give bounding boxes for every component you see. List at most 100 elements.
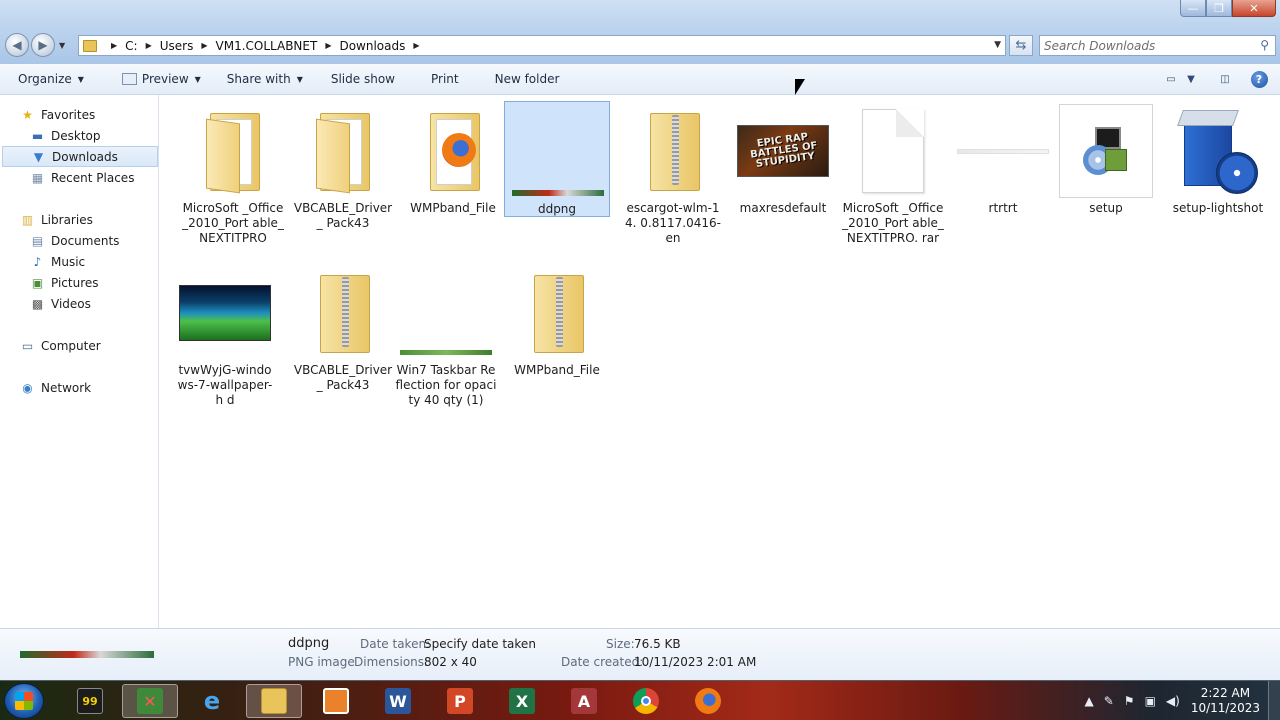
search-icon[interactable]: ⚲ bbox=[1260, 38, 1269, 52]
network-tray-icon[interactable]: ▣ bbox=[1145, 694, 1156, 708]
zip-folder-icon bbox=[644, 111, 702, 191]
dimensions-value: 802 x 40 bbox=[424, 655, 477, 669]
nav-downloads[interactable]: ▼ Downloads bbox=[2, 146, 158, 167]
taskbar-internet-explorer[interactable]: e bbox=[184, 684, 240, 718]
taskbar-chrome[interactable] bbox=[618, 684, 674, 718]
recent-pages-dropdown[interactable]: ▼ bbox=[59, 41, 65, 50]
nav-label: Videos bbox=[51, 296, 91, 311]
file-item[interactable]: Win7 Taskbar Reflection for opacity 40 q… bbox=[393, 263, 499, 408]
date-created-value: 10/11/2023 2:01 AM bbox=[634, 655, 757, 669]
nav-label: Downloads bbox=[52, 149, 118, 164]
share-with-button[interactable]: Share with ▼ bbox=[217, 72, 313, 86]
file-item[interactable]: WMPband_File bbox=[400, 101, 506, 216]
address-history-dropdown[interactable]: ▼ bbox=[994, 40, 1001, 50]
date-created-label: Date created: bbox=[561, 655, 644, 669]
image-thumbnail: EPIC RAP BATTLES OF STUPIDITY bbox=[737, 125, 829, 177]
forward-button[interactable]: ▶ bbox=[31, 33, 55, 57]
nav-label: Music bbox=[51, 254, 86, 269]
taskbar-cmd-app[interactable]: 99 bbox=[62, 684, 118, 718]
folder-icon bbox=[314, 111, 372, 194]
chevron-right-icon[interactable]: ▶ bbox=[201, 41, 207, 50]
refresh-button[interactable]: ⇆ bbox=[1009, 35, 1033, 56]
chevron-right-icon[interactable]: ▶ bbox=[146, 41, 152, 50]
show-hidden-icons[interactable]: ▲ bbox=[1085, 694, 1094, 708]
date-taken-value[interactable]: Specify date taken bbox=[424, 637, 536, 651]
show-desktop-button[interactable] bbox=[1268, 681, 1280, 720]
nav-music[interactable]: ♪ Music bbox=[30, 251, 156, 272]
file-item[interactable]: rtrtrt bbox=[950, 101, 1056, 216]
file-name: rtrtrt bbox=[988, 201, 1018, 215]
breadcrumb-c-drive[interactable]: C: bbox=[125, 39, 137, 53]
media-icon bbox=[323, 688, 349, 714]
chevron-down-icon: ▼ bbox=[77, 74, 84, 84]
png-thumbnail bbox=[512, 190, 604, 196]
file-item[interactable]: setup-lightshot bbox=[1165, 101, 1271, 216]
taskbar-powerpoint[interactable]: P bbox=[432, 684, 488, 718]
taskbar-media-app[interactable] bbox=[308, 684, 364, 718]
preview-button[interactable]: Preview ▼ bbox=[112, 72, 211, 86]
file-item[interactable]: MicroSoft _Office_2010_Port able_NEXTITP… bbox=[840, 101, 946, 246]
slide-show-button[interactable]: Slide show bbox=[321, 72, 405, 86]
nav-desktop[interactable]: ▬ Desktop bbox=[30, 125, 156, 146]
image-thumbnail bbox=[400, 350, 492, 355]
dimensions-label: Dimensions: bbox=[354, 655, 429, 669]
file-item[interactable]: MicroSoft _Office_2010_Port able_NEXTITP… bbox=[180, 101, 286, 246]
nav-favorites[interactable]: ★ Favorites bbox=[20, 104, 156, 125]
close-button[interactable]: ✕ bbox=[1232, 0, 1276, 17]
nav-label: Libraries bbox=[41, 212, 93, 227]
details-file-name: ddpng bbox=[288, 636, 330, 651]
taskbar-firefox[interactable] bbox=[680, 684, 736, 718]
nav-videos[interactable]: ▩ Videos bbox=[30, 293, 156, 314]
new-folder-button[interactable]: New folder bbox=[485, 72, 570, 86]
preview-pane-icon[interactable]: ◫ bbox=[1216, 71, 1234, 87]
volume-icon[interactable]: ◀) bbox=[1166, 694, 1180, 708]
chevron-right-icon[interactable]: ▶ bbox=[111, 41, 117, 50]
breadcrumb-downloads[interactable]: Downloads bbox=[339, 39, 405, 53]
search-input[interactable]: Search Downloads ⚲ bbox=[1039, 35, 1276, 56]
file-item[interactable]: setup bbox=[1053, 101, 1159, 216]
firefox-icon bbox=[695, 688, 721, 714]
computer-icon: ▭ bbox=[21, 338, 34, 353]
nav-documents[interactable]: ▤ Documents bbox=[30, 230, 156, 251]
nav-label: Network bbox=[41, 380, 92, 395]
print-button[interactable]: Print bbox=[421, 72, 469, 86]
file-name: setup-lightshot bbox=[1172, 201, 1264, 215]
start-button[interactable] bbox=[4, 683, 44, 719]
nav-libraries[interactable]: ▥ Libraries bbox=[20, 209, 156, 230]
file-item[interactable]: EPIC RAP BATTLES OF STUPIDITY maxresdefa… bbox=[730, 101, 836, 216]
action-center-icon[interactable]: ⚑ bbox=[1124, 694, 1135, 708]
nav-recent-places[interactable]: ▦ Recent Places bbox=[30, 167, 156, 188]
file-item[interactable]: VBCABLE_Driver_ Pack43 bbox=[290, 101, 396, 231]
clock[interactable]: 2:22 AM 10/11/2023 bbox=[1191, 686, 1260, 716]
file-name: WMPband_File bbox=[514, 363, 600, 377]
taskbar-word[interactable]: W bbox=[370, 684, 426, 718]
file-item[interactable]: tvwWyjG-windo ws-7-wallpaper-h d bbox=[172, 263, 278, 408]
breadcrumb-user-folder[interactable]: VM1.COLLABNET bbox=[216, 39, 318, 53]
nav-computer[interactable]: ▭ Computer bbox=[20, 335, 156, 356]
chevron-right-icon[interactable]: ▶ bbox=[413, 41, 419, 50]
breadcrumb-users[interactable]: Users bbox=[160, 39, 194, 53]
chevron-down-icon[interactable]: ▼ bbox=[1182, 71, 1200, 87]
taskbar-access[interactable]: A bbox=[556, 684, 612, 718]
chevron-right-icon[interactable]: ▶ bbox=[325, 41, 331, 50]
folder-icon bbox=[83, 39, 97, 52]
clock-time: 2:22 AM bbox=[1200, 686, 1251, 700]
file-item[interactable]: VBCABLE_Driver_ Pack43 bbox=[290, 263, 396, 393]
help-button[interactable]: ? bbox=[1250, 70, 1268, 88]
nav-pictures[interactable]: ▣ Pictures bbox=[30, 272, 156, 293]
minimize-button[interactable]: — bbox=[1180, 0, 1206, 17]
pen-icon[interactable]: ✎ bbox=[1104, 694, 1114, 708]
file-item[interactable]: WMPband_File bbox=[504, 263, 610, 378]
maximize-button[interactable]: ❐ bbox=[1206, 0, 1232, 17]
image-text: EPIC RAP BATTLES OF STUPIDITY bbox=[749, 131, 819, 170]
address-bar[interactable]: ▶ C: ▶ Users ▶ VM1.COLLABNET ▶ Downloads… bbox=[78, 35, 1006, 56]
taskbar-windows-explorer[interactable] bbox=[246, 684, 302, 718]
back-button[interactable]: ◀ bbox=[5, 33, 29, 57]
taskbar-network-app[interactable]: ✕ bbox=[122, 684, 178, 718]
taskbar-excel[interactable]: X bbox=[494, 684, 550, 718]
file-item[interactable]: escargot-wlm-14. 0.8117.0416-en bbox=[620, 101, 726, 246]
file-item-selected[interactable]: ddpng bbox=[504, 101, 610, 217]
change-view-icon[interactable]: ▭ bbox=[1162, 71, 1180, 87]
nav-network[interactable]: ◉ Network bbox=[20, 377, 156, 398]
organize-button[interactable]: Organize ▼ bbox=[8, 72, 94, 86]
